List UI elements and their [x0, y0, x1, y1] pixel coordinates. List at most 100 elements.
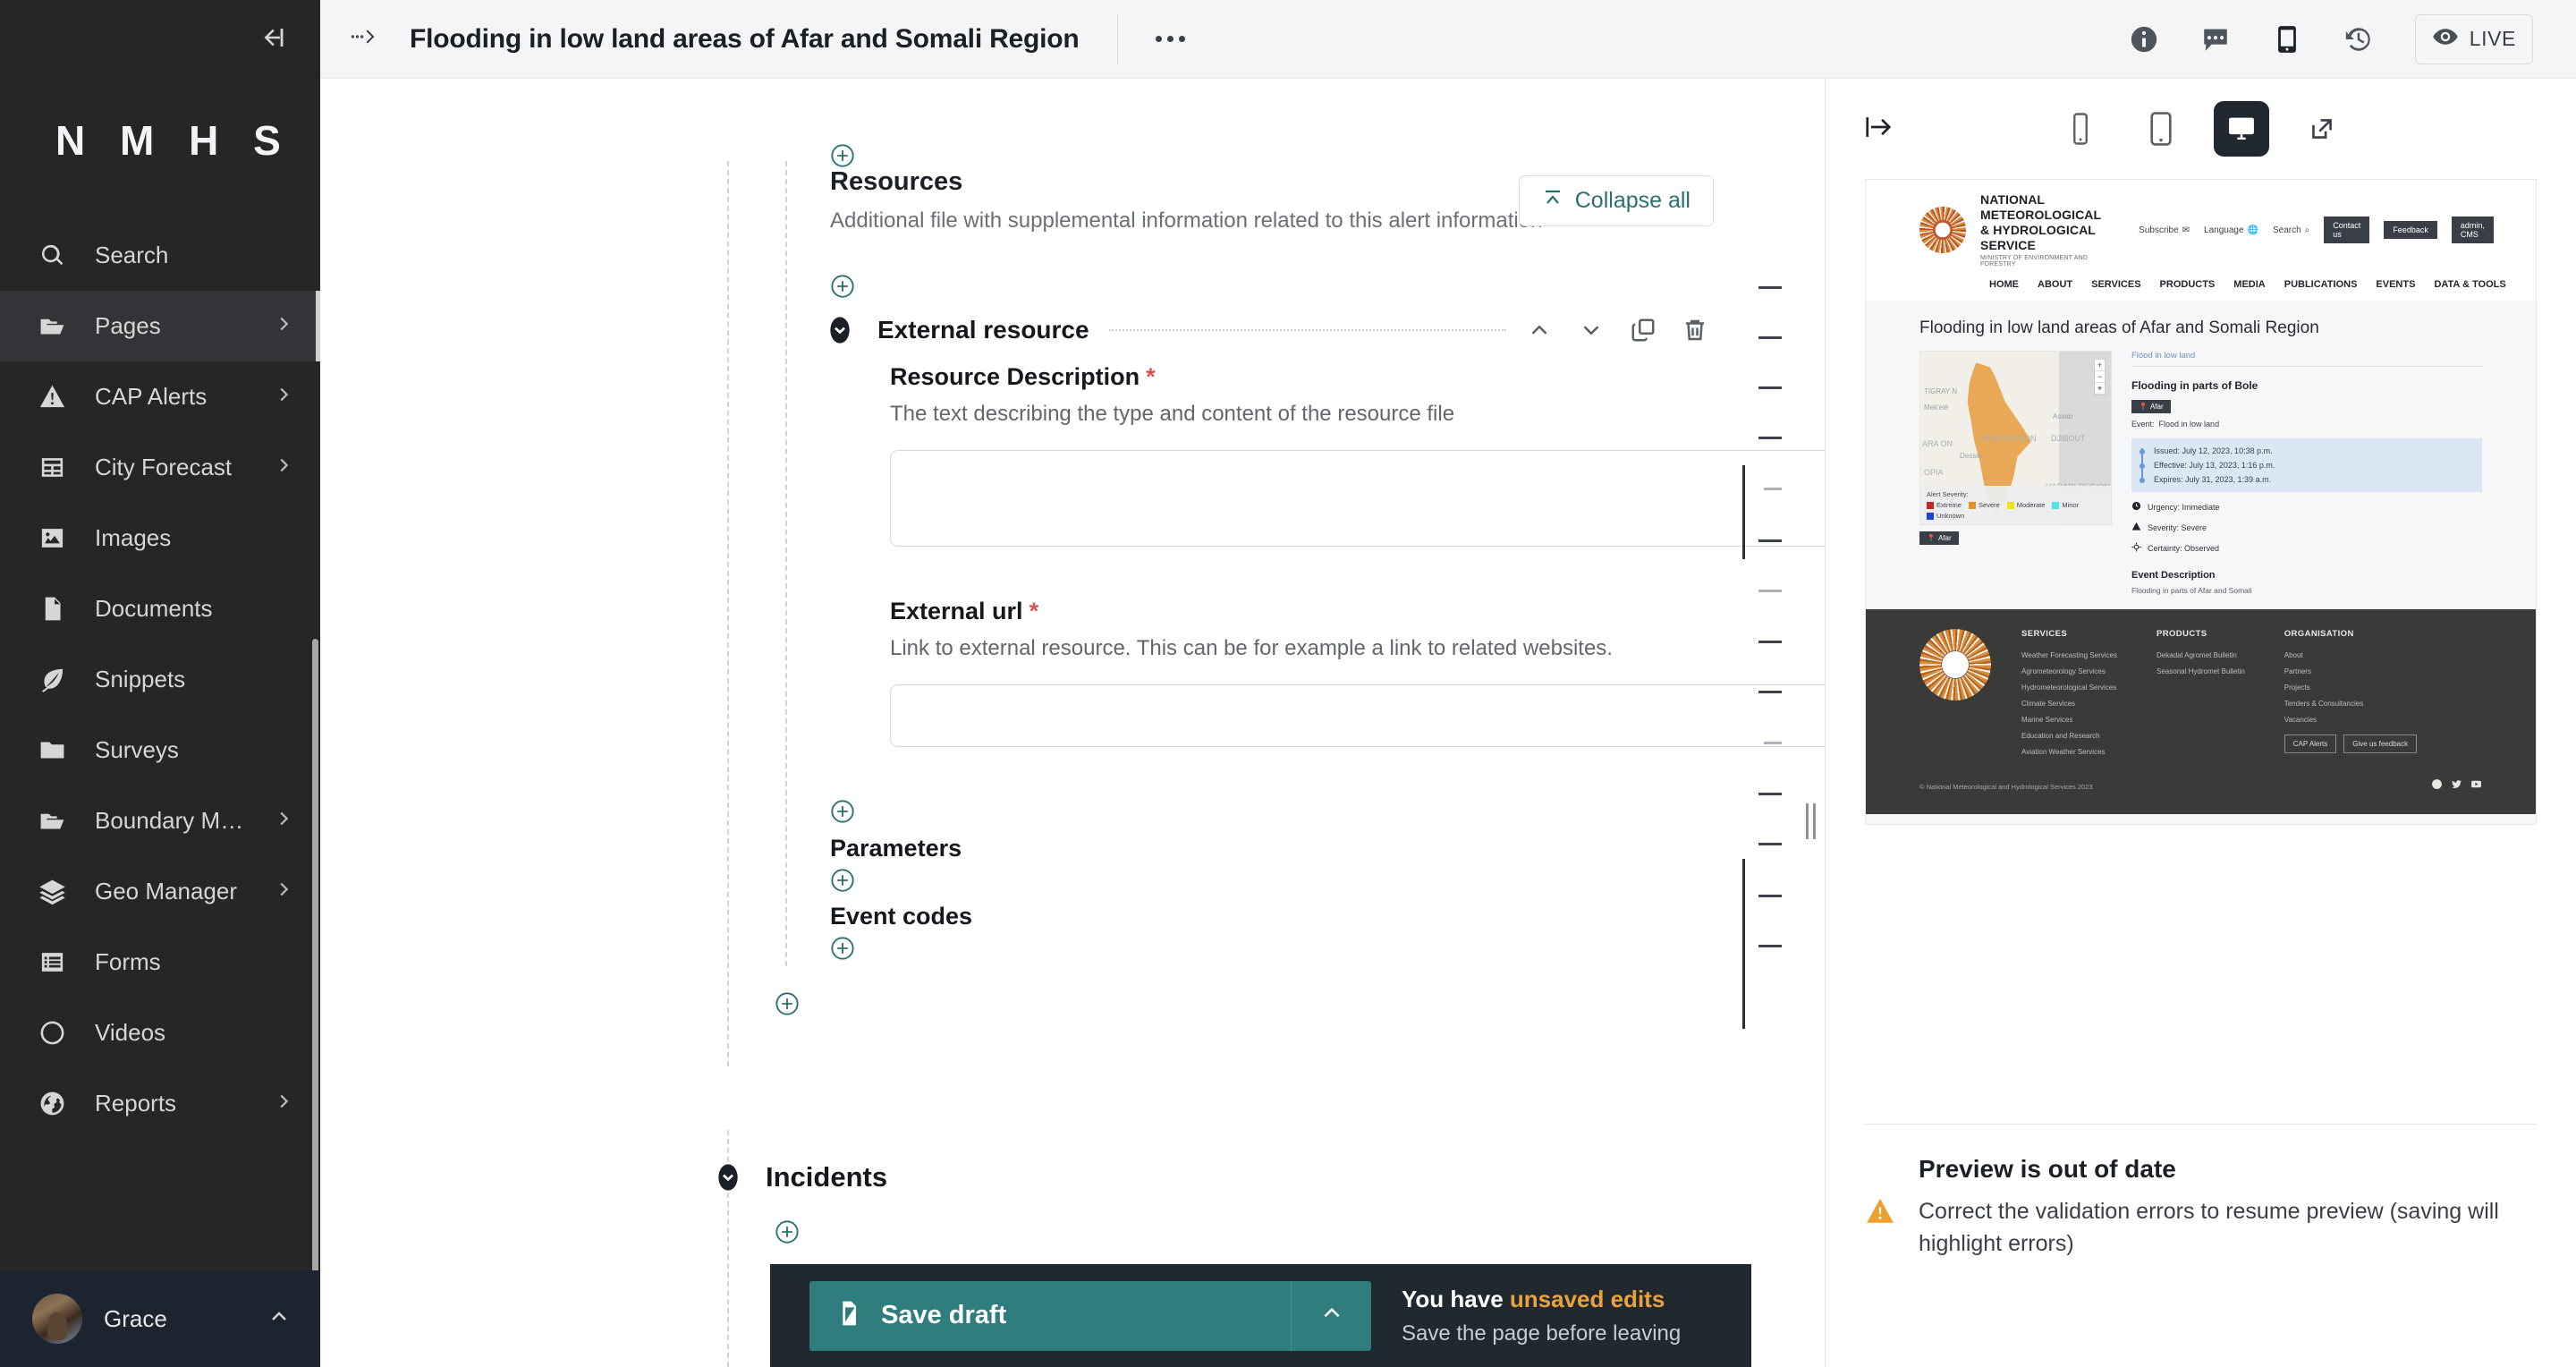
- draft-icon: [835, 1299, 863, 1332]
- footer-link[interactable]: Aviation Weather Services: [2021, 748, 2117, 756]
- sidebar-item-images[interactable]: Images: [0, 503, 320, 573]
- footer-link[interactable]: About: [2284, 651, 2417, 659]
- preview-device-switcher: [2053, 101, 2350, 157]
- sidebar-collapse-button[interactable]: [0, 0, 320, 79]
- breadcrumb[interactable]: [320, 27, 410, 51]
- add-circle-icon[interactable]: [830, 799, 855, 824]
- add-circle-icon[interactable]: [830, 936, 855, 961]
- mobile-icon[interactable]: [2272, 24, 2302, 55]
- sidebar-item-search[interactable]: Search: [0, 220, 320, 291]
- footer-link[interactable]: Projects: [2284, 684, 2417, 692]
- contact-us-button[interactable]: Contact us: [2324, 217, 2370, 244]
- duplicate-icon[interactable]: [1630, 317, 1657, 344]
- tablet-preview-icon[interactable]: [2133, 101, 2189, 157]
- footer-link[interactable]: Agrometeorology Services: [2021, 667, 2117, 675]
- alert-tab-link[interactable]: Flood in low land: [2131, 351, 2482, 368]
- user-menu[interactable]: Grace: [0, 1270, 320, 1367]
- move-down-icon[interactable]: [1578, 317, 1605, 344]
- footer-link[interactable]: Tenders & Consultancies: [2284, 700, 2417, 708]
- sidebar-item-city-forecast[interactable]: City Forecast: [0, 432, 320, 503]
- nav-services[interactable]: SERVICES: [2091, 279, 2140, 290]
- language-link[interactable]: Language 🌐: [2204, 225, 2258, 235]
- collapse-all-button[interactable]: Collapse all: [1518, 175, 1714, 226]
- footer-link[interactable]: Seasonal Hydromet Bulletin: [2157, 667, 2245, 675]
- unsaved-edits-text: You have unsaved edits: [1402, 1285, 1665, 1312]
- feedback-button[interactable]: Feedback: [2384, 221, 2437, 240]
- save-options-chevron[interactable]: [1291, 1280, 1371, 1351]
- search-link[interactable]: Search ⌕: [2273, 225, 2309, 235]
- sidebar-item-pages[interactable]: Pages: [0, 291, 320, 361]
- comment-icon[interactable]: [2200, 24, 2231, 55]
- footer-link[interactable]: Hydrometeorological Services: [2021, 684, 2117, 692]
- info-icon[interactable]: [2129, 24, 2159, 55]
- sidebar-item-label: Documents: [95, 595, 213, 622]
- add-circle-icon[interactable]: [830, 868, 855, 893]
- footer-cap-alerts-button[interactable]: CAP Alerts: [2284, 734, 2337, 754]
- nav-events[interactable]: EVENTS: [2376, 279, 2415, 290]
- alert-map[interactable]: TIGRAY N Mek'elē Assab AFAR REGION DJIBO…: [1919, 351, 2112, 526]
- sidebar-item-reports[interactable]: Reports: [0, 1068, 320, 1139]
- chevron-down-circle-icon[interactable]: [826, 316, 854, 344]
- map-label: ARA ON: [1922, 439, 1953, 449]
- sidebar-item-videos[interactable]: Videos: [0, 998, 320, 1068]
- footer-link[interactable]: Climate Services: [2021, 700, 2117, 708]
- sidebar-item-label: Search: [95, 242, 169, 268]
- desktop-preview-icon[interactable]: [2213, 101, 2269, 157]
- sidebar-item-snippets[interactable]: Snippets: [0, 644, 320, 715]
- move-up-icon[interactable]: [1526, 317, 1553, 344]
- external-url-input[interactable]: [890, 684, 1825, 747]
- open-external-icon[interactable]: [2294, 101, 2350, 157]
- save-draft-main[interactable]: Save draft: [809, 1299, 1291, 1332]
- sidebar-item-geo-manager[interactable]: Geo Manager: [0, 856, 320, 927]
- youtube-icon[interactable]: [2470, 778, 2482, 794]
- footer-link[interactable]: Partners: [2284, 667, 2417, 675]
- sidebar-item-cap-alerts[interactable]: CAP Alerts: [0, 361, 320, 432]
- map-zoom-in[interactable]: +: [2095, 360, 2105, 372]
- save-draft-button[interactable]: Save draft: [809, 1280, 1371, 1351]
- mobile-preview-icon[interactable]: [2053, 101, 2108, 157]
- preview-resize-handle[interactable]: [1806, 803, 1816, 839]
- twitter-icon[interactable]: [2451, 778, 2462, 794]
- footer-link[interactable]: Dekadal Agromet Bulletin: [2157, 651, 2245, 659]
- incidents-title: Incidents: [766, 1161, 888, 1193]
- nav-home[interactable]: HOME: [1989, 279, 2019, 290]
- outline-minimap[interactable]: [1741, 286, 1782, 1029]
- history-icon[interactable]: [2343, 24, 2374, 55]
- sidebar-scrollbar[interactable]: [312, 639, 318, 1270]
- resource-description-input[interactable]: [890, 450, 1825, 547]
- footer-link[interactable]: Education and Research: [2021, 732, 2117, 740]
- add-circle-icon[interactable]: [775, 1219, 800, 1244]
- chevron-down-circle-icon[interactable]: [714, 1163, 742, 1192]
- map-zoom-out[interactable]: −: [2095, 371, 2105, 384]
- map-locate[interactable]: ⌖: [2095, 383, 2105, 395]
- footer-link[interactable]: Vacancies: [2284, 716, 2417, 724]
- page-actions-more-button[interactable]: [1155, 36, 1185, 42]
- sidebar-item-documents[interactable]: Documents: [0, 573, 320, 644]
- facebook-icon[interactable]: [2431, 778, 2443, 794]
- add-circle-icon[interactable]: [775, 991, 800, 1016]
- subscribe-link[interactable]: Subscribe ✉: [2139, 225, 2190, 235]
- nav-publications[interactable]: PUBLICATIONS: [2284, 279, 2358, 290]
- footer-feedback-button[interactable]: Give us feedback: [2343, 734, 2418, 754]
- live-button[interactable]: LIVE: [2414, 13, 2533, 64]
- map-legend: Alert Severity: Extreme Severe Moderate …: [1920, 486, 2111, 525]
- delete-icon[interactable]: [1682, 317, 1708, 344]
- globe-icon: [32, 1084, 72, 1124]
- nav-data-tools[interactable]: DATA & TOOLS: [2434, 279, 2505, 290]
- footer-link[interactable]: Marine Services: [2021, 716, 2117, 724]
- admin-cms-button[interactable]: admin, CMS: [2451, 217, 2494, 244]
- map-controls[interactable]: + − ⌖: [2094, 359, 2106, 396]
- footer-link[interactable]: Weather Forecasting Services: [2021, 651, 2117, 659]
- preview-frame[interactable]: NATIONAL METEOROLOGICAL & HYDROLOGICAL SE…: [1865, 179, 2537, 825]
- sidebar-item-boundary-manager[interactable]: Boundary Man...: [0, 785, 320, 856]
- event-description-heading: Event Description: [2131, 570, 2216, 582]
- sidebar-item-forms[interactable]: Forms: [0, 927, 320, 998]
- nav-media[interactable]: MEDIA: [2233, 279, 2265, 290]
- add-circle-icon[interactable]: [830, 274, 855, 299]
- add-circle-icon[interactable]: [830, 143, 855, 168]
- incidents-panel-header: Incidents: [714, 1161, 1708, 1193]
- nav-about[interactable]: ABOUT: [2038, 279, 2072, 290]
- preview-expand-button[interactable]: [1863, 114, 1894, 145]
- nav-products[interactable]: PRODUCTS: [2160, 279, 2216, 290]
- sidebar-item-surveys[interactable]: Surveys: [0, 715, 320, 785]
